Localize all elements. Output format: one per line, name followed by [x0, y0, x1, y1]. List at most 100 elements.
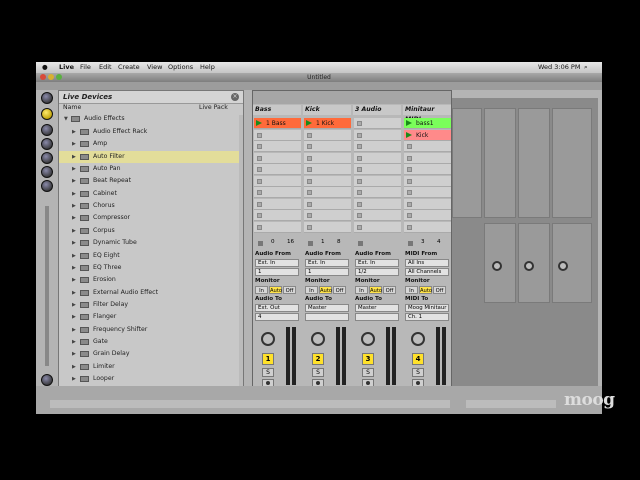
browser-item[interactable]: ▶ Corpus: [59, 225, 243, 237]
clip-stop-icon[interactable]: [257, 190, 262, 195]
return-b-knob[interactable]: [524, 261, 534, 271]
clips-icon[interactable]: [41, 138, 53, 150]
expand-triangle-icon[interactable]: ▶: [72, 225, 76, 237]
solo-button[interactable]: S: [262, 368, 274, 377]
hot-swap-icon[interactable]: [41, 374, 53, 386]
pan-knob[interactable]: [261, 332, 275, 346]
clip-slot[interactable]: [404, 210, 451, 221]
menu-edit[interactable]: Edit: [99, 63, 112, 71]
input-type-chooser[interactable]: Ext. In: [305, 259, 349, 267]
column-name[interactable]: Name: [63, 104, 81, 111]
expand-triangle-icon[interactable]: ▶: [72, 361, 76, 373]
clip-slot[interactable]: [304, 141, 351, 152]
browser-item[interactable]: ▶ External Audio Effect: [59, 287, 243, 299]
expand-triangle-icon[interactable]: ▶: [72, 274, 76, 286]
clip-stop-icon[interactable]: [357, 178, 362, 184]
clip-stop-icon[interactable]: [357, 144, 362, 149]
monitor-in-button[interactable]: In: [405, 286, 418, 294]
browser-item[interactable]: ▶ EQ Three: [59, 262, 243, 274]
clip-play-icon[interactable]: [256, 120, 262, 126]
expand-triangle-icon[interactable]: ▶: [72, 175, 76, 187]
monitor-auto-button[interactable]: Auto: [419, 286, 432, 294]
places-icon[interactable]: [41, 180, 53, 192]
output-type-chooser[interactable]: Ext. Out: [255, 304, 299, 312]
browser-item[interactable]: ▶ Cabinet: [59, 188, 243, 200]
menu-view[interactable]: View: [147, 63, 162, 71]
clip-slot[interactable]: [404, 198, 451, 210]
clip-slot[interactable]: [354, 164, 401, 175]
clip-stop-icon[interactable]: [307, 201, 312, 207]
browser-item[interactable]: ▶ Auto Pan: [59, 163, 243, 175]
expand-triangle-icon[interactable]: ▶: [72, 311, 76, 323]
browser-item[interactable]: ▶ Flanger: [59, 311, 243, 323]
monitor-off-button[interactable]: Off: [333, 286, 346, 294]
plugin-devices-icon[interactable]: [41, 124, 53, 136]
clip-stop-icon[interactable]: [407, 144, 412, 149]
clip-slot[interactable]: [354, 152, 401, 164]
input-type-chooser[interactable]: Ext. In: [355, 259, 399, 267]
clip-slot[interactable]: [354, 221, 401, 233]
browser-item[interactable]: ▶ Limiter: [59, 361, 243, 373]
clip-stop-icon[interactable]: [257, 167, 262, 172]
browser-item[interactable]: ▶ Chorus: [59, 200, 243, 212]
clip-slot[interactable]: [354, 129, 401, 141]
input-channel-chooser[interactable]: 1: [255, 268, 299, 276]
browser-item[interactable]: ▶ Amp: [59, 138, 243, 150]
clip-stop-icon[interactable]: [307, 213, 312, 218]
clip-stop-icon[interactable]: [307, 132, 312, 138]
clip-slot[interactable]: [404, 221, 451, 233]
clip-slot[interactable]: [254, 129, 301, 141]
live-devices-icon[interactable]: [41, 108, 53, 120]
clip-slot[interactable]: [404, 187, 451, 198]
monitor-auto-button[interactable]: Auto: [269, 286, 282, 294]
play-icon[interactable]: [41, 92, 53, 104]
clip-slot[interactable]: bass1: [404, 118, 451, 129]
pan-knob[interactable]: [411, 332, 425, 346]
expand-triangle-icon[interactable]: ▶: [72, 324, 76, 336]
clip-stop-icon[interactable]: [357, 132, 362, 138]
clip-stop-icon[interactable]: [307, 190, 312, 195]
track-stop-icon[interactable]: [358, 241, 363, 246]
samples-icon[interactable]: [41, 152, 53, 164]
clip-stop-icon[interactable]: [257, 144, 262, 149]
track-name[interactable]: 3 Audio: [353, 105, 401, 115]
monitor-in-button[interactable]: In: [355, 286, 368, 294]
browser-scrollbar[interactable]: [239, 115, 243, 389]
clip-slot[interactable]: [304, 210, 351, 221]
clip-slot[interactable]: [304, 129, 351, 141]
clip-stop-icon[interactable]: [357, 201, 362, 207]
clip-slot[interactable]: [354, 118, 401, 129]
clip-stop-icon[interactable]: [307, 155, 312, 161]
clip-slot[interactable]: [254, 164, 301, 175]
clip-slot[interactable]: [304, 164, 351, 175]
file-browser-icon[interactable]: [41, 166, 53, 178]
clip-stop-icon[interactable]: [357, 224, 362, 230]
output-type-chooser[interactable]: Moog Minitaur: [405, 304, 449, 312]
expand-triangle-icon[interactable]: ▶: [72, 151, 76, 163]
close-window-icon[interactable]: [40, 74, 46, 80]
input-channel-chooser[interactable]: All Channels: [405, 268, 449, 276]
expand-triangle-icon[interactable]: ▼: [64, 113, 68, 125]
monitor-in-button[interactable]: In: [255, 286, 268, 294]
browser-item[interactable]: ▶ Auto Filter: [59, 150, 243, 163]
clip-play-icon[interactable]: [306, 120, 312, 126]
zoom-window-icon[interactable]: [56, 74, 62, 80]
expand-triangle-icon[interactable]: ▶: [72, 212, 76, 224]
track-activator-button[interactable]: 3: [362, 353, 374, 365]
return-a-knob[interactable]: [492, 261, 502, 271]
clip-stop-icon[interactable]: [357, 190, 362, 195]
clip-slot[interactable]: [404, 141, 451, 152]
expand-triangle-icon[interactable]: ▶: [72, 163, 76, 175]
monitor-auto-button[interactable]: Auto: [319, 286, 332, 294]
expand-triangle-icon[interactable]: ▶: [72, 373, 76, 385]
clip-stop-icon[interactable]: [407, 178, 412, 184]
spotlight-icon[interactable]: ⌕: [584, 63, 588, 72]
clip-stop-icon[interactable]: [407, 167, 412, 172]
browser-item[interactable]: ▶ Beat Repeat: [59, 175, 243, 187]
clip-play-icon[interactable]: [406, 120, 412, 126]
clip-slot[interactable]: [304, 221, 351, 233]
column-live-pack[interactable]: Live Pack: [199, 104, 228, 111]
clip-stop-icon[interactable]: [257, 132, 262, 138]
clip-slot[interactable]: 1 Bass: [254, 118, 301, 129]
browser-item[interactable]: ▶ Audio Effect Rack: [59, 126, 243, 138]
